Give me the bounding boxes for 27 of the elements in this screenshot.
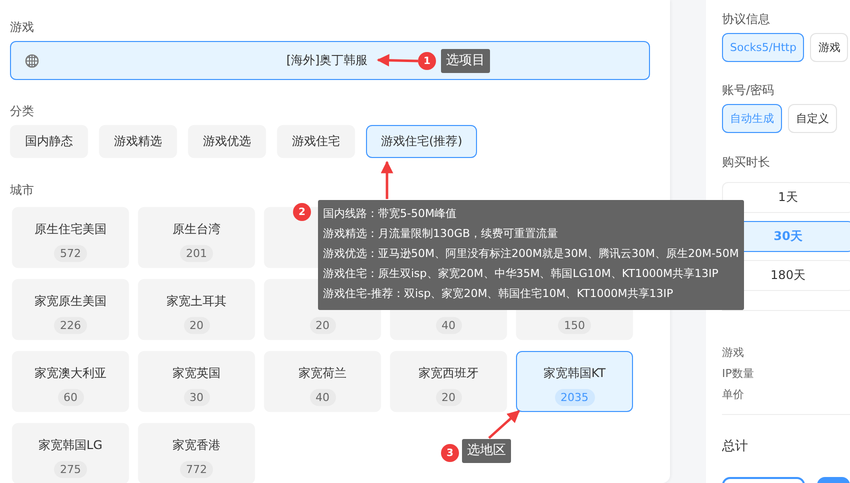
count-badge: 150 (558, 317, 591, 334)
summary-label: 游戏 (722, 345, 745, 360)
count-badge: 572 (54, 245, 87, 262)
total-label: 总计 (722, 438, 748, 455)
count-badge: 30 (184, 389, 210, 406)
count-badge: 772 (180, 461, 213, 478)
annotation-tooltip: 国内线路：带宽5-50M峰值 游戏精选：月流量限制130GB，续费可重置流量 游戏优选：亚马逊50M、阿里没有标注200M就是30M、腾讯云30M、原生20M-50M 游戏住宅：原生双isp、家宽20M、中华35M、韩国LG10M、KT1000M共享13IP 游戏住宅-推荐：双isp、家宽20M、韩国住宅10M、KT1000M共享13IP (318, 200, 744, 310)
summary-label: 单价 (722, 387, 745, 402)
section-label: 购买时长 (722, 154, 770, 171)
section-label: 城市 (10, 182, 34, 199)
section-label: 账号/密码 (722, 82, 774, 99)
count-badge: 20 (436, 389, 462, 406)
annotation-tooltip: 选项目 (441, 49, 490, 73)
count-badge: 40 (436, 317, 462, 334)
count-badge: 275 (54, 461, 87, 478)
annotation-tooltip: 选地区 (462, 439, 511, 463)
section-label: 游戏 (10, 19, 34, 36)
section-label: 协议信息 (722, 11, 770, 28)
section-label: 分类 (10, 103, 34, 120)
count-badge: 60 (58, 389, 84, 406)
count-badge: 201 (180, 245, 213, 262)
count-badge: 40 (310, 389, 336, 406)
summary-label: IP数量 (722, 366, 755, 381)
count-badge: 20 (310, 317, 336, 334)
count-badge: 2035 (554, 389, 594, 406)
count-badge: 226 (54, 317, 87, 334)
count-badge: 20 (184, 317, 210, 334)
